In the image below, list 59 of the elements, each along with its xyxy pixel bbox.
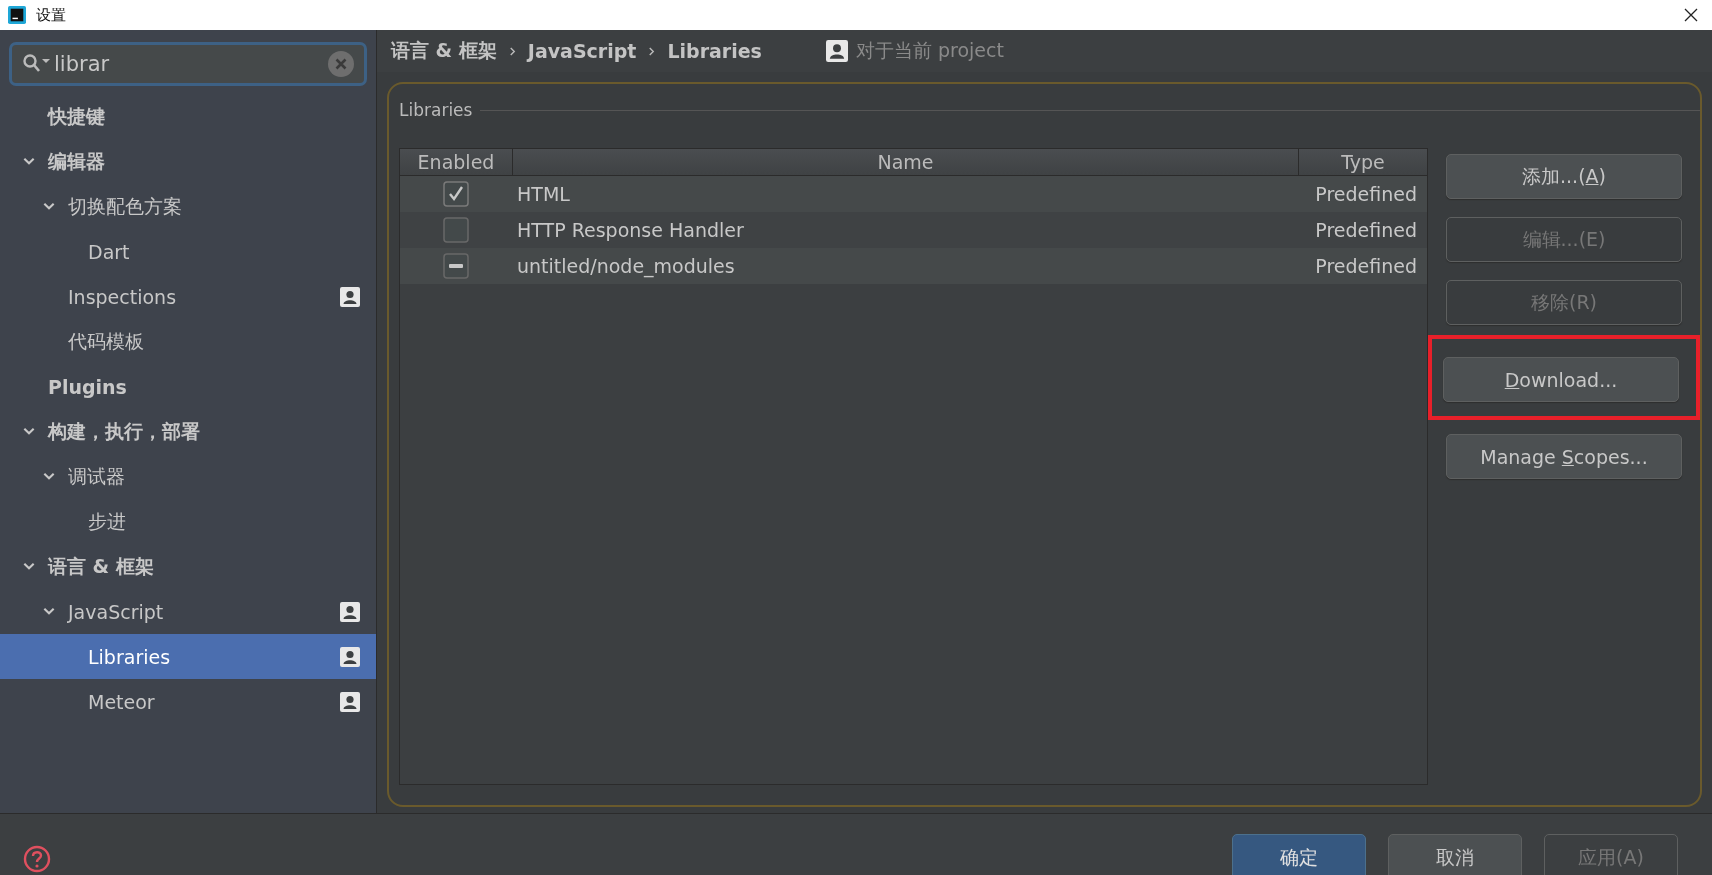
column-header[interactable]: Name: [513, 149, 1299, 175]
table-cell-text: Predefined: [1314, 218, 1418, 243]
tree-label: 快捷键: [48, 103, 106, 129]
tree-item[interactable]: 编辑器: [0, 139, 376, 184]
table-cell-text: untitled/node_modules: [516, 254, 736, 280]
checkbox[interactable]: [443, 217, 469, 243]
tree-label: 构建，执行，部署: [48, 418, 201, 444]
tree-label: Libraries: [88, 645, 172, 668]
checkbox[interactable]: [443, 253, 469, 279]
column-header[interactable]: Enabled: [400, 149, 513, 175]
tree-item[interactable]: 代码模板: [0, 319, 376, 364]
action-button[interactable]: 添加...(A): [1446, 154, 1682, 199]
person-icon: [825, 40, 848, 62]
tree-item[interactable]: Plugins: [0, 364, 376, 409]
tree-label: Inspections: [68, 285, 178, 308]
chevron-icon: [648, 45, 656, 57]
column-header[interactable]: Type: [1299, 149, 1427, 175]
dialog-button[interactable]: 取消: [1388, 834, 1522, 875]
tree-item[interactable]: JavaScript: [0, 589, 376, 634]
table-cell-text: Predefined: [1314, 182, 1418, 207]
tree-label: Plugins: [48, 375, 128, 398]
tree-item[interactable]: 切换配色方案: [0, 184, 376, 229]
tree-label: JavaScript: [68, 600, 165, 623]
search-input[interactable]: librar: [54, 52, 326, 76]
tree-item[interactable]: 调试器: [0, 454, 376, 499]
table-cell-text: HTTP Response Handler: [516, 218, 745, 243]
tree-item[interactable]: 构建，执行，部署: [0, 409, 376, 454]
window-title: 设置: [36, 5, 66, 25]
tree-label: 切换配色方案: [68, 193, 183, 219]
action-button[interactable]: Manage Scopes...: [1446, 434, 1682, 479]
tree-item[interactable]: 语言 & 框架: [0, 544, 376, 589]
chevron-icon: [508, 45, 516, 57]
breadcrumb-item[interactable]: Libraries: [667, 40, 762, 62]
tree-item[interactable]: 步进: [0, 499, 376, 544]
tree-label: Meteor: [88, 690, 156, 713]
tree-item[interactable]: Libraries: [0, 634, 376, 679]
breadcrumb-item[interactable]: 语言 & 框架: [391, 38, 497, 64]
tree-item[interactable]: Dart: [0, 229, 376, 274]
tree-label: 代码模板: [68, 328, 145, 354]
app-logo-icon: [8, 6, 26, 24]
scope-note: 对于当前 project: [855, 38, 1004, 63]
table-cell-text: HTML: [516, 182, 571, 207]
tree-label: 步进: [88, 508, 127, 534]
group-title: Libraries: [399, 100, 473, 120]
search-field[interactable]: librar: [9, 42, 367, 86]
help-icon[interactable]: [22, 844, 52, 874]
dialog-button[interactable]: 确定: [1232, 834, 1366, 875]
tree-item[interactable]: 快捷键: [0, 94, 376, 139]
tree-label: Dart: [88, 240, 131, 263]
table-cell-text: Predefined: [1314, 254, 1418, 279]
tree-item[interactable]: Meteor: [0, 679, 376, 724]
breadcrumb-item[interactable]: JavaScript: [527, 40, 637, 62]
tree-label: 编辑器: [48, 148, 106, 174]
tree-label: 语言 & 框架: [48, 553, 155, 579]
close-icon[interactable]: [1684, 8, 1698, 22]
action-button[interactable]: Download...: [1443, 357, 1679, 402]
checkbox[interactable]: [443, 181, 469, 207]
tree-label: 调试器: [68, 463, 126, 489]
tree-item[interactable]: Inspections: [0, 274, 376, 319]
